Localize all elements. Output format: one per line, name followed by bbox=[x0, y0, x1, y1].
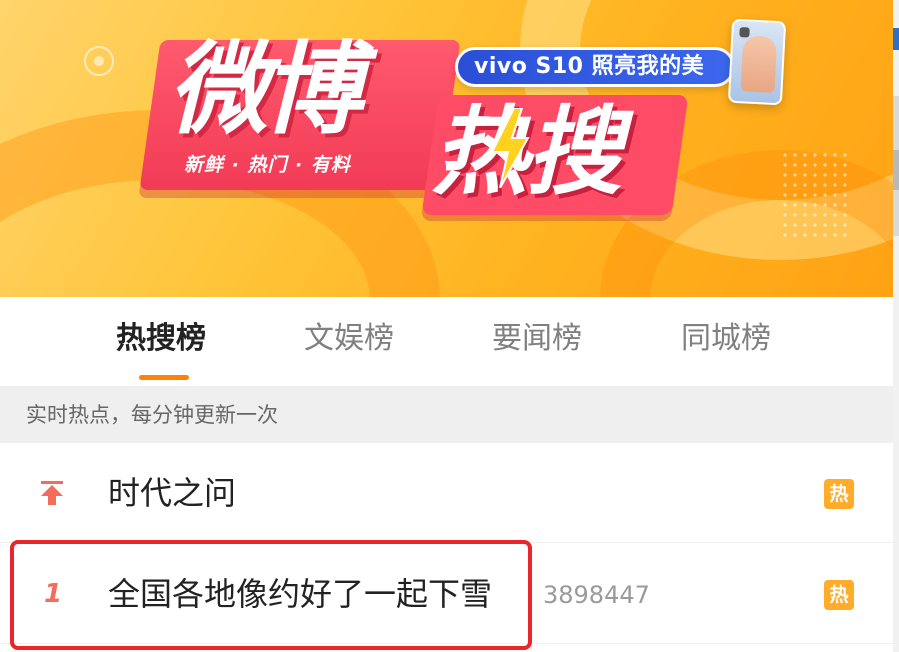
logo-weibo-text: 微博 bbox=[168, 31, 362, 148]
list-item-title[interactable]: 全国各地像约好了一起下雪 bbox=[108, 572, 492, 616]
logo-slogan: 新鲜 · 热门 · 有料 bbox=[184, 154, 351, 176]
tab-news[interactable]: 要闻榜 bbox=[492, 317, 582, 361]
tab-local[interactable]: 同城榜 bbox=[681, 317, 771, 361]
edge-fragment bbox=[893, 150, 899, 190]
list-item-rank-1[interactable]: 1 全国各地像约好了一起下雪 3898447 热 bbox=[0, 544, 893, 644]
realtime-info-bar: 实时热点，每分钟更新一次 bbox=[0, 387, 893, 443]
search-count: 3898447 bbox=[543, 581, 650, 609]
list-item-pinned[interactable]: 时代之问 热 bbox=[0, 443, 893, 543]
sponsor-ad-text[interactable]: vivo S10 照亮我的美 bbox=[474, 50, 704, 84]
lightning-bolt-icon bbox=[490, 108, 530, 188]
weibo-hot-search-page: 微博 新鲜 · 热门 · 有料 热搜 vivo S10 照亮我的美 热搜榜 文娱… bbox=[0, 0, 893, 652]
phone-image bbox=[727, 18, 787, 106]
phone-camera bbox=[739, 27, 750, 38]
hot-badge: 热 bbox=[824, 580, 854, 610]
phone-model-photo bbox=[740, 35, 778, 93]
tab-entertainment[interactable]: 文娱榜 bbox=[304, 317, 394, 361]
banner-dot-pattern bbox=[780, 150, 850, 240]
edge-fragment bbox=[893, 28, 899, 50]
tab-hot-search[interactable]: 热搜榜 bbox=[116, 317, 206, 361]
hot-badge: 热 bbox=[824, 479, 854, 509]
adjacent-window-edge bbox=[893, 0, 899, 652]
hot-search-banner[interactable]: 微博 新鲜 · 热门 · 有料 热搜 vivo S10 照亮我的美 bbox=[0, 0, 893, 297]
pin-top-icon bbox=[41, 481, 63, 505]
target-circle-icon bbox=[84, 46, 114, 76]
ranking-tabs: 热搜榜 文娱榜 要闻榜 同城榜 bbox=[0, 297, 893, 387]
active-tab-indicator bbox=[139, 375, 189, 380]
rank-number: 1 bbox=[43, 579, 63, 609]
list-item-title[interactable]: 时代之问 bbox=[108, 471, 236, 515]
